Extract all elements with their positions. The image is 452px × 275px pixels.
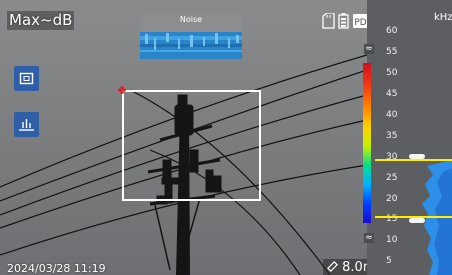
sd-card-icon bbox=[322, 13, 335, 29]
tick-5: 5 bbox=[386, 256, 392, 266]
tick-40: 40 bbox=[386, 110, 398, 120]
tick-60: 60 bbox=[386, 26, 398, 36]
camera-screen: Max~dB Noise PD 2024/03/28 11:19 8.0m kH… bbox=[0, 0, 452, 275]
spectrum-waterfall bbox=[422, 160, 452, 275]
tick-45: 45 bbox=[386, 89, 398, 99]
spectrum-button[interactable] bbox=[14, 112, 39, 137]
unit-label: kHz bbox=[434, 12, 452, 23]
tick-20: 20 bbox=[386, 194, 398, 204]
tick-35: 35 bbox=[386, 131, 398, 141]
color-scale-bar bbox=[363, 63, 371, 223]
battery-icon bbox=[338, 13, 349, 29]
upper-marker-handle[interactable] bbox=[409, 154, 425, 159]
spectrum-bars-icon bbox=[19, 119, 34, 131]
status-icons: PD bbox=[322, 13, 368, 29]
color-scale-min-approx: ≈ bbox=[364, 233, 374, 243]
tick-50: 50 bbox=[386, 68, 398, 78]
tick-55: 55 bbox=[386, 47, 398, 57]
color-scale-max-approx: ≈ bbox=[364, 44, 374, 54]
tick-25: 25 bbox=[386, 173, 398, 183]
svg-text:PD: PD bbox=[354, 18, 366, 28]
ruler-icon bbox=[327, 261, 338, 272]
noise-spectrogram bbox=[140, 32, 242, 59]
frame-icon bbox=[19, 72, 34, 85]
pd-icon: PD bbox=[353, 14, 368, 28]
noise-panel: Noise bbox=[140, 14, 242, 59]
frame-mode-button[interactable] bbox=[14, 66, 39, 91]
upper-frequency-marker[interactable] bbox=[375, 159, 452, 161]
spectrum-panel[interactable]: kHz 60 55 50 45 40 35 30 25 20 15 10 5 bbox=[367, 0, 452, 275]
datetime: 2024/03/28 11:19 bbox=[7, 262, 106, 275]
mode-label[interactable]: Max~dB bbox=[7, 11, 75, 30]
lower-marker-handle[interactable] bbox=[409, 218, 425, 223]
tick-10: 10 bbox=[386, 235, 398, 245]
